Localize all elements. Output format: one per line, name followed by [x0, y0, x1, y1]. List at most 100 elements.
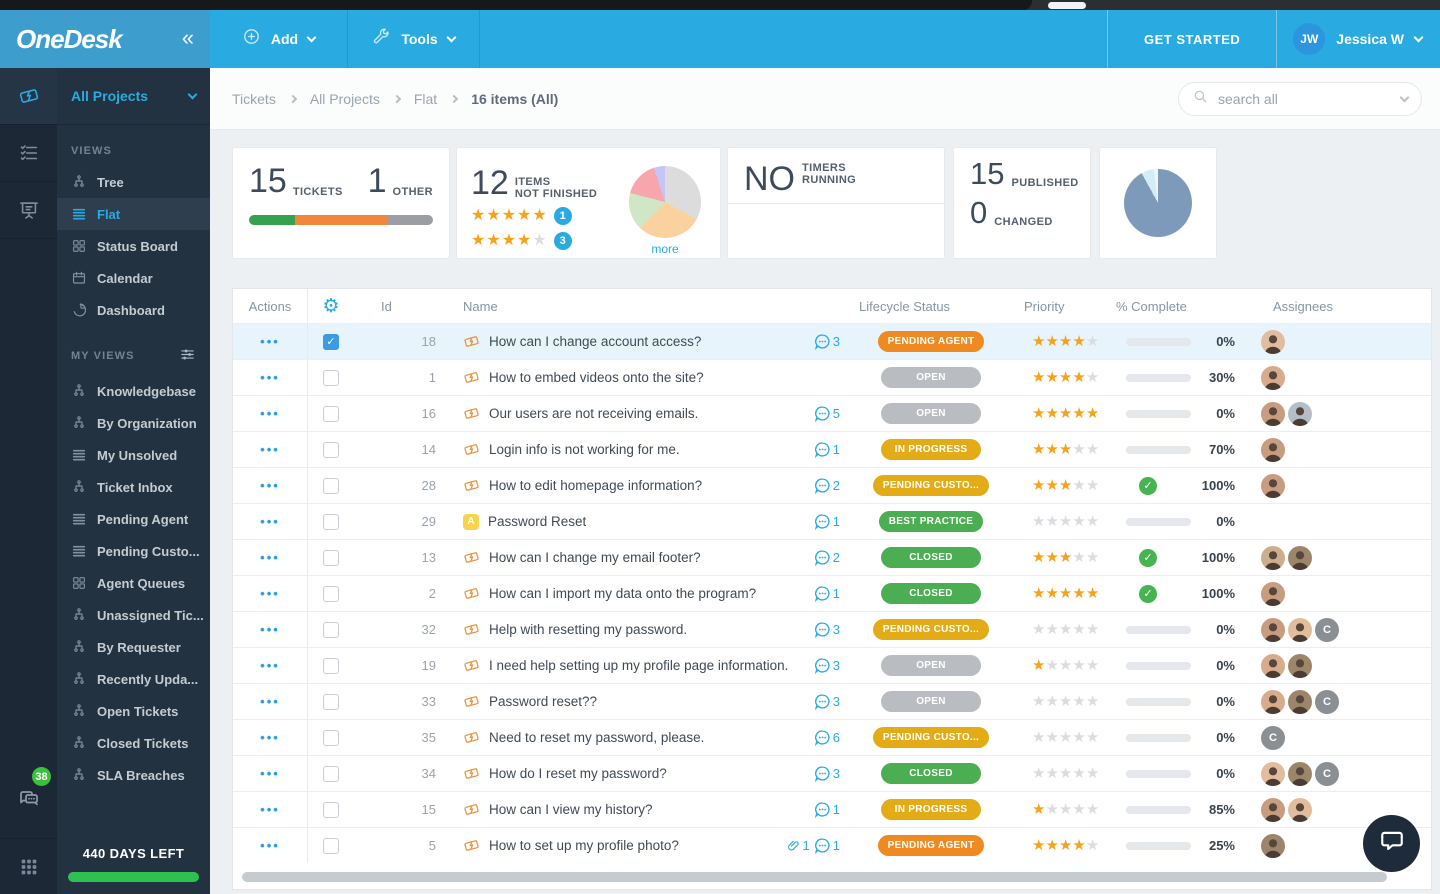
sidebar-item-dashboard[interactable]: Dashboard [57, 294, 210, 326]
scrollbar-thumb[interactable] [242, 872, 1387, 882]
table-row[interactable]: ••• 34 How do I reset my password? 3 CLOSED ★… [233, 755, 1431, 791]
comments-indicator[interactable]: 2 [814, 477, 840, 494]
chevron-down-icon[interactable] [1399, 92, 1410, 103]
comments-indicator[interactable]: 6 [814, 729, 840, 746]
priority-stars[interactable]: ★ ★ ★ ★ ★ [1006, 550, 1116, 565]
lifecycle-status-badge[interactable]: CLOSED [881, 583, 981, 604]
lifecycle-status-badge[interactable]: CLOSED [881, 763, 981, 784]
priority-stars[interactable]: ★ ★ ★ ★ ★ [1006, 586, 1116, 601]
sidebar-item-status-board[interactable]: Status Board [57, 230, 210, 262]
apps-grid-icon[interactable] [0, 838, 57, 894]
row-actions-button[interactable]: ••• [260, 442, 280, 457]
comments-indicator[interactable]: 1 [814, 801, 840, 818]
sidebar-item-my-unsolved[interactable]: My Unsolved [57, 439, 210, 471]
row-checkbox[interactable]: ✓ [323, 333, 339, 350]
row-actions-button[interactable]: ••• [260, 406, 280, 421]
comments-indicator[interactable]: 3 [814, 333, 840, 350]
table-row[interactable]: ••• 19 I need help setting up my profile p… [233, 647, 1431, 683]
lifecycle-status-badge[interactable]: PENDING CUSTO... [872, 727, 990, 748]
row-checkbox[interactable] [323, 729, 339, 746]
tools-menu-button[interactable]: Tools [348, 10, 480, 68]
row-checkbox[interactable] [323, 657, 339, 674]
lifecycle-status-badge[interactable]: PENDING CUSTO... [872, 475, 990, 496]
row-checkbox[interactable] [323, 477, 339, 494]
row-actions-button[interactable]: ••• [260, 730, 280, 745]
sidebar-item-flat[interactable]: Flat [57, 198, 210, 230]
comments-indicator[interactable]: 1 [814, 837, 840, 854]
priority-stars[interactable]: ★ ★ ★ ★ ★ [1006, 802, 1116, 817]
row-actions-button[interactable]: ••• [260, 838, 280, 853]
sidebar-item-open-tickets[interactable]: Open Tickets [57, 695, 210, 727]
priority-stars[interactable]: ★ ★ ★ ★ ★ [1006, 658, 1116, 673]
lifecycle-status-badge[interactable]: OPEN [881, 691, 981, 712]
row-actions-button[interactable]: ••• [260, 550, 280, 565]
priority-stars[interactable]: ★ ★ ★ ★ ★ [1006, 442, 1116, 457]
priority-stars[interactable]: ★ ★ ★ ★ ★ [1006, 694, 1116, 709]
row-actions-button[interactable]: ••• [260, 658, 280, 673]
priority-stars[interactable]: ★ ★ ★ ★ ★ [1006, 406, 1116, 421]
sidebar-item-recently-upda[interactable]: Recently Upda... [57, 663, 210, 695]
priority-stars[interactable]: ★ ★ ★ ★ ★ [1006, 730, 1116, 745]
lifecycle-status-badge[interactable]: PENDING AGENT [877, 331, 985, 352]
lifecycle-status-badge[interactable]: IN PROGRESS [881, 799, 981, 820]
table-row[interactable]: ••• 15 How can I view my history? 1 IN PROGR… [233, 791, 1431, 827]
table-row[interactable]: ••• 29 A Password Reset 1 BEST PRACTICE ★ ★ ★ ★ ★ 0… [233, 503, 1431, 539]
board-icon[interactable] [0, 182, 57, 239]
priority-stars[interactable]: ★ ★ ★ ★ ★ [1006, 622, 1116, 637]
chat-widget-button[interactable] [1363, 815, 1420, 872]
sidebar-item-by-requester[interactable]: By Requester [57, 631, 210, 663]
lifecycle-status-badge[interactable]: OPEN [881, 367, 981, 388]
sidebar-item-unassigned-tic[interactable]: Unassigned Tic... [57, 599, 210, 631]
row-actions-button[interactable]: ••• [260, 622, 280, 637]
project-selector[interactable]: All Projects [57, 68, 210, 125]
comments-indicator[interactable]: 2 [814, 549, 840, 566]
comments-indicator[interactable]: 1 [814, 513, 840, 530]
row-actions-button[interactable]: ••• [260, 766, 280, 781]
get-started-button[interactable]: GET STARTED [1107, 10, 1276, 68]
lifecycle-status-badge[interactable]: PENDING CUSTO... [872, 619, 990, 640]
row-checkbox[interactable] [323, 621, 339, 638]
sidebar-item-by-organization[interactable]: By Organization [57, 407, 210, 439]
table-row[interactable]: ••• 14 Login info is not working for me. 1 I… [233, 431, 1431, 467]
table-row[interactable]: ••• 28 How to edit homepage information? 2 P… [233, 467, 1431, 503]
row-actions-button[interactable]: ••• [260, 694, 280, 709]
table-row[interactable]: ••• 33 Password reset?? 3 OPEN ★ ★ ★ ★ ★ 0% C [233, 683, 1431, 719]
sidebar-item-knowledgebase[interactable]: Knowledgebase [57, 375, 210, 407]
row-checkbox[interactable] [323, 693, 339, 710]
sidebar-item-tree[interactable]: Tree [57, 166, 210, 198]
table-row[interactable]: ••• 32 Help with resetting my password. 3 PE… [233, 611, 1431, 647]
row-checkbox[interactable] [323, 441, 339, 458]
sidebar-item-closed-tickets[interactable]: Closed Tickets [57, 727, 210, 759]
sidebar-item-ticket-inbox[interactable]: Ticket Inbox [57, 471, 210, 503]
row-actions-button[interactable]: ••• [260, 334, 280, 349]
more-link[interactable]: more [620, 242, 710, 256]
priority-stars[interactable]: ★ ★ ★ ★ ★ [1006, 838, 1116, 853]
comments-indicator[interactable]: 3 [814, 621, 840, 638]
breadcrumb-link[interactable]: All Projects [310, 91, 380, 107]
comments-indicator[interactable]: 3 [814, 765, 840, 782]
row-actions-button[interactable]: ••• [260, 586, 280, 601]
table-row[interactable]: ••• 13 How can I change my email footer? 2 C… [233, 539, 1431, 575]
row-actions-button[interactable]: ••• [260, 370, 280, 385]
onedesk-logo[interactable]: OneDesk [16, 24, 182, 55]
priority-stars[interactable]: ★ ★ ★ ★ ★ [1006, 370, 1116, 385]
lifecycle-status-badge[interactable]: PENDING AGENT [877, 835, 985, 856]
messenger-icon[interactable]: 38 [0, 767, 57, 820]
user-menu[interactable]: JW Jessica W [1276, 10, 1440, 68]
sidebar-item-pending-agent[interactable]: Pending Agent [57, 503, 210, 535]
row-checkbox[interactable] [323, 801, 339, 818]
sidebar-item-calendar[interactable]: Calendar [57, 262, 210, 294]
columns-gear-icon[interactable]: ⚙ [308, 297, 354, 316]
lifecycle-status-badge[interactable]: BEST PRACTICE [878, 511, 984, 532]
table-row[interactable]: ••• 16 Our users are not receiving emails.… [233, 395, 1431, 431]
row-checkbox[interactable] [323, 765, 339, 782]
row-actions-button[interactable]: ••• [260, 514, 280, 529]
row-checkbox[interactable] [323, 585, 339, 602]
comments-indicator[interactable]: 3 [814, 657, 840, 674]
comments-indicator[interactable]: 5 [814, 405, 840, 422]
row-checkbox[interactable] [323, 513, 339, 530]
tasks-icon[interactable] [0, 125, 57, 182]
lifecycle-status-badge[interactable]: CLOSED [881, 547, 981, 568]
search-input[interactable] [1218, 90, 1392, 107]
table-row[interactable]: ••• 2 How can I import my data onto the pr… [233, 575, 1431, 611]
